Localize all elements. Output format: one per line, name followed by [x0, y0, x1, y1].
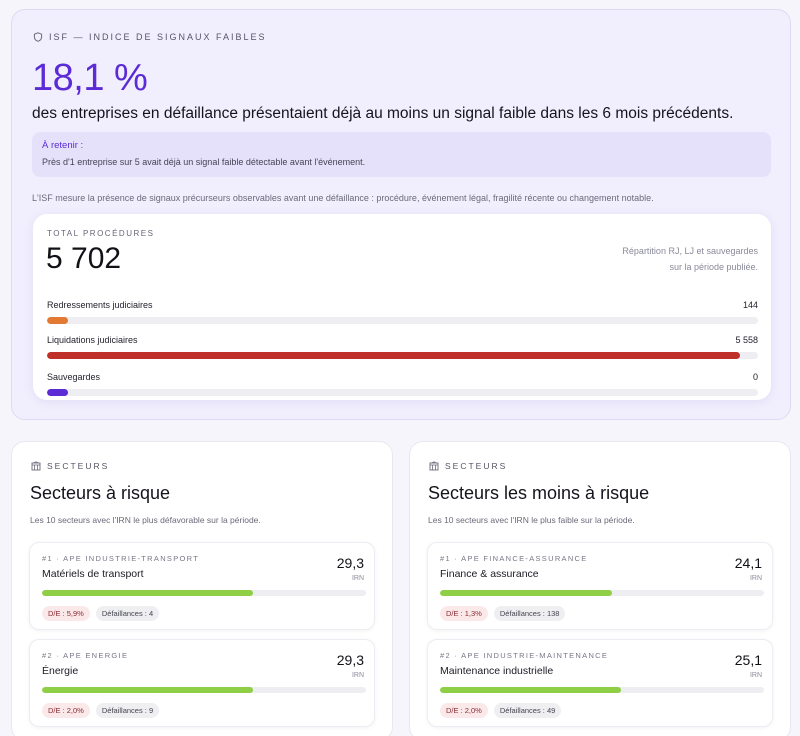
sector-code: #2 · APE ENERGIE: [42, 651, 129, 660]
sector-code: #1 · APE INDUSTRIE-TRANSPORT: [42, 554, 200, 563]
sector-name: Finance & assurance: [440, 568, 539, 580]
procedure-label: Redressements judiciaires: [47, 300, 153, 310]
safe-subtitle: Les 10 secteurs avec l'IRN le plus faibl…: [428, 515, 635, 525]
sector-bar-track: [42, 687, 366, 693]
procedure-value: 144: [742, 300, 758, 310]
procedures-total: 5 702: [46, 242, 122, 275]
procedure-value: 0: [752, 372, 758, 382]
de-badge: D/E : 2,0%: [440, 703, 488, 718]
sector-bar-track: [440, 687, 764, 693]
sector-name: Maintenance industrielle: [440, 665, 554, 677]
procedures-eyebrow: TOTAL PROCÉDURES: [47, 229, 155, 238]
sector-bar-fill: [42, 590, 253, 596]
risk-subtitle: Les 10 secteurs avec l'IRN le plus défav…: [30, 515, 261, 525]
procedure-label: Sauvegardes: [47, 372, 101, 382]
isf-note: L'ISF mesure la présence de signaux préc…: [32, 193, 654, 203]
sector-item[interactable]: #1 · APE FINANCE-ASSURANCE Finance & ass…: [427, 542, 773, 630]
procedure-row-redressements: Redressements judiciaires 144: [47, 300, 758, 324]
procedures-card: TOTAL PROCÉDURES 5 702 Répartition RJ, L…: [33, 214, 771, 400]
building-icon: [31, 461, 41, 471]
isf-value: 18,1 %: [32, 57, 148, 99]
sector-bar-track: [440, 590, 764, 596]
sector-irn-label: IRN: [351, 672, 364, 679]
risk-sectors-card: SECTEURS Secteurs à risque Les 10 secteu…: [11, 441, 393, 736]
sector-bar-fill: [440, 590, 612, 596]
retain-box: À retenir : Près d'1 entreprise sur 5 av…: [32, 132, 771, 177]
safe-sectors-card: SECTEURS Secteurs les moins à risque Les…: [409, 441, 791, 736]
procedures-side-line1: Répartition RJ, LJ et sauvegardes: [622, 246, 758, 256]
isf-description: des entreprises en défaillance présentai…: [32, 105, 734, 122]
sector-irn-label: IRN: [749, 575, 762, 582]
sector-irn: 25,1: [734, 652, 762, 668]
defaillances-badge: Défaillances : 4: [95, 606, 160, 621]
de-badge: D/E : 2,0%: [42, 703, 90, 718]
procedure-bar-track: [47, 317, 758, 324]
sector-code: #2 · APE INDUSTRIE-MAINTENANCE: [440, 651, 609, 660]
sector-name: Énergie: [42, 665, 79, 677]
sector-irn: 29,3: [336, 652, 364, 668]
procedure-bar-track: [47, 352, 758, 359]
isf-eyebrow-label: ISF — INDICE DE SIGNAUX FAIBLES: [49, 32, 267, 42]
sector-name: Matériels de transport: [42, 568, 144, 580]
procedure-bar-fill: [47, 389, 69, 396]
safe-title: Secteurs les moins à risque: [428, 483, 650, 503]
procedures-side-note: Répartition RJ, LJ et sauvegardes sur la…: [598, 243, 758, 275]
sector-item[interactable]: #2 · APE INDUSTRIE-MAINTENANCE Maintenan…: [427, 639, 773, 727]
procedure-bar-fill: [47, 352, 741, 359]
sector-code: #1 · APE FINANCE-ASSURANCE: [440, 554, 588, 563]
building-icon: [429, 461, 439, 471]
sector-irn-label: IRN: [351, 575, 364, 582]
sector-bar-fill: [42, 687, 253, 693]
sector-irn-label: IRN: [749, 672, 762, 679]
isf-card: ISF — INDICE DE SIGNAUX FAIBLES 18,1 % d…: [11, 9, 791, 420]
isf-eyebrow: ISF — INDICE DE SIGNAUX FAIBLES: [33, 32, 267, 42]
de-badge: D/E : 5,9%: [42, 606, 90, 621]
defaillances-badge: Défaillances : 138: [493, 606, 566, 621]
procedure-label: Liquidations judiciaires: [47, 335, 138, 345]
risk-eyebrow: SECTEURS: [31, 461, 109, 471]
procedure-row-liquidations: Liquidations judiciaires 5 558: [47, 335, 758, 359]
sector-item[interactable]: #1 · APE INDUSTRIE-TRANSPORT Matériels d…: [29, 542, 375, 630]
safe-eyebrow: SECTEURS: [429, 461, 507, 471]
sector-irn: 29,3: [336, 555, 364, 571]
procedure-value: 5 558: [735, 335, 758, 345]
sector-bar-fill: [440, 687, 622, 693]
defaillances-badge: Défaillances : 9: [95, 703, 160, 718]
sector-item[interactable]: #2 · APE ENERGIE Énergie 29,3 IRN D/E : …: [29, 639, 375, 727]
safe-eyebrow-label: SECTEURS: [445, 461, 508, 471]
sector-bar-track: [42, 590, 366, 596]
retain-text: Près d'1 entreprise sur 5 avait déjà un …: [42, 157, 366, 167]
retain-title: À retenir :: [42, 140, 84, 151]
shield-icon: [33, 32, 43, 42]
defaillances-badge: Défaillances : 49: [493, 703, 562, 718]
risk-title: Secteurs à risque: [30, 483, 171, 503]
procedure-bar-track: [47, 389, 758, 396]
risk-eyebrow-label: SECTEURS: [47, 461, 110, 471]
procedures-side-line2: sur la période publiée.: [669, 262, 758, 272]
de-badge: D/E : 1,3%: [440, 606, 488, 621]
procedure-row-sauvegardes: Sauvegardes 0: [47, 372, 758, 396]
sector-irn: 24,1: [734, 555, 762, 571]
procedure-bar-fill: [47, 317, 69, 324]
